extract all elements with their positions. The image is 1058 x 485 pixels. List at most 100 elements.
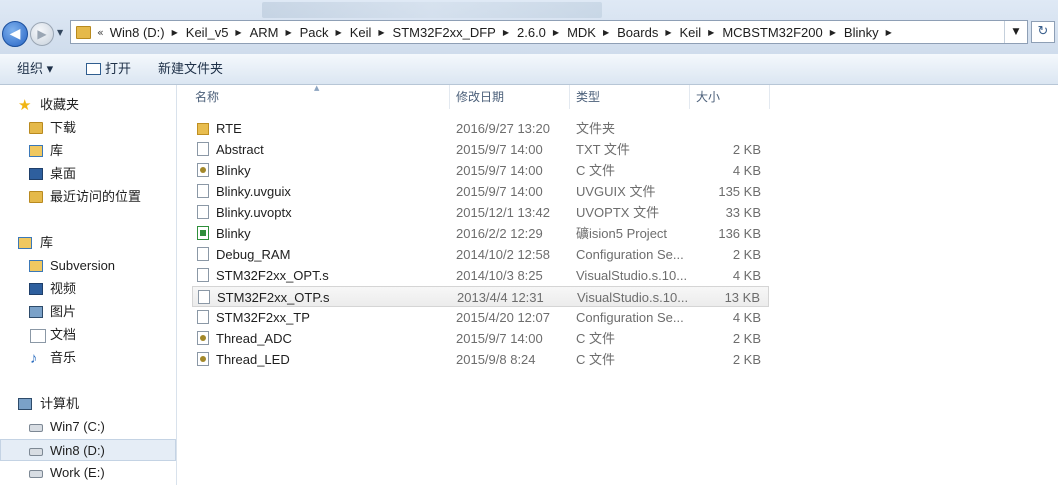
breadcrumb-mdk[interactable]: MDK ▶ <box>567 25 617 40</box>
nav-library-favorite[interactable]: 库 <box>0 140 176 162</box>
column-header-type[interactable]: 类型 <box>570 85 690 109</box>
desktop-icon <box>29 168 43 180</box>
chevron-right-icon[interactable]: ▶ <box>503 28 509 37</box>
column-header-name[interactable]: 名称 <box>189 85 450 109</box>
videos-icon <box>29 283 43 295</box>
generic-file-icon <box>197 247 209 261</box>
open-button[interactable]: 打开 <box>105 54 131 84</box>
nav-libraries[interactable]: 库 <box>0 232 176 254</box>
breadcrumb-version[interactable]: 2.6.0 ▶ <box>517 25 567 40</box>
downloads-folder-icon <box>29 122 43 134</box>
file-row-abstract[interactable]: Abstract 2015/9/7 14:00 TXT 文件 2 KB <box>192 139 769 160</box>
subversion-library-icon <box>29 260 43 272</box>
chevron-right-icon[interactable]: ▶ <box>708 28 714 37</box>
nav-music[interactable]: ♪ 音乐 <box>0 347 176 369</box>
c-file-icon <box>197 163 209 177</box>
file-row-debug-ram[interactable]: Debug_RAM 2014/10/2 12:58 Configuration … <box>192 244 769 265</box>
nav-subversion[interactable]: Subversion <box>0 255 176 277</box>
chevron-right-icon[interactable]: ▶ <box>830 28 836 37</box>
text-file-icon <box>197 142 209 156</box>
file-row-stm32f2xx-otp-selected[interactable]: STM32F2xx_OTP.s 2013/4/4 12:31 VisualStu… <box>192 286 769 307</box>
folder-icon <box>197 123 209 135</box>
back-button[interactable]: ◀ <box>2 21 28 47</box>
title-bar-strip <box>262 2 602 18</box>
breadcrumb-blinky[interactable]: Blinky ▶ <box>844 25 900 40</box>
column-header-date[interactable]: 修改日期 <box>450 85 570 109</box>
address-bar[interactable]: « Win8 (D:) ▶ Keil_v5 ▶ ARM ▶ Pack ▶ Keil ▶ S… <box>70 20 1028 44</box>
chevron-right-icon[interactable]: ▶ <box>886 28 892 37</box>
nav-drive-c[interactable]: Win7 (C:) <box>0 416 176 438</box>
file-row-thread-led[interactable]: Thread_LED 2015/9/8 8:24 C 文件 2 KB <box>192 349 769 370</box>
file-row-blinky-uvoptx[interactable]: Blinky.uvoptx 2015/12/1 13:42 UVOPTX 文件 … <box>192 202 769 223</box>
generic-file-icon <box>197 205 209 219</box>
file-row-thread-adc[interactable]: Thread_ADC 2015/9/7 14:00 C 文件 2 KB <box>192 328 769 349</box>
generic-file-icon <box>197 310 209 324</box>
forward-arrow-icon: ▶ <box>37 27 47 41</box>
organize-menu[interactable]: 组织 ▾ <box>17 54 53 84</box>
computer-icon <box>18 398 32 410</box>
recent-pages-dropdown[interactable]: ▼ <box>57 28 63 37</box>
nav-pictures[interactable]: 图片 <box>0 301 176 323</box>
chevron-right-icon[interactable]: ▶ <box>336 28 342 37</box>
chevron-right-icon[interactable]: ▶ <box>235 28 241 37</box>
breadcrumb-boards[interactable]: Boards ▶ <box>617 25 679 40</box>
libraries-icon <box>18 237 32 249</box>
forward-button[interactable]: ▶ <box>30 22 54 46</box>
refresh-button[interactable]: ↻ <box>1031 21 1055 43</box>
refresh-icon: ↻ <box>1037 24 1049 39</box>
folder-icon <box>76 25 91 39</box>
chevron-right-icon[interactable]: ▶ <box>553 28 559 37</box>
documents-icon <box>30 329 46 343</box>
generic-file-icon <box>197 268 209 282</box>
overflow-chevron[interactable]: « <box>97 26 104 39</box>
breadcrumb-stm32f2xx-dfp[interactable]: STM32F2xx_DFP ▶ <box>393 25 517 40</box>
breadcrumb-win8[interactable]: Win8 (D:) ▶ <box>110 25 186 40</box>
file-row-stm32f2xx-opt[interactable]: STM32F2xx_OPT.s 2014/10/3 8:25 VisualStu… <box>192 265 769 286</box>
breadcrumb-mcbstm32f200[interactable]: MCBSTM32F200 ▶ <box>722 25 844 40</box>
navigation-pane: ★ 收藏夹 下载 库 桌面 最近访问的位置 库 Subversion 视频 图片… <box>0 85 177 485</box>
c-file-icon <box>197 352 209 366</box>
library-icon <box>29 145 43 157</box>
nav-drive-d[interactable]: Win8 (D:) <box>0 439 176 461</box>
file-row-rte[interactable]: RTE 2016/9/27 13:20 文件夹 <box>192 118 769 139</box>
chevron-right-icon[interactable]: ▶ <box>378 28 384 37</box>
column-header-size[interactable]: 大小 <box>690 85 770 109</box>
open-icon[interactable] <box>86 63 101 75</box>
chevron-right-icon[interactable]: ▶ <box>285 28 291 37</box>
command-bar: 组织 ▾ 打开 新建文件夹 <box>0 54 1058 85</box>
drive-icon <box>29 448 43 456</box>
recent-places-icon <box>29 191 43 203</box>
nav-documents[interactable]: 文档 <box>0 324 176 346</box>
new-folder-button[interactable]: 新建文件夹 <box>158 54 223 84</box>
c-file-icon <box>197 331 209 345</box>
nav-favorites[interactable]: ★ 收藏夹 <box>0 94 176 116</box>
music-note-icon: ♪ <box>30 350 38 367</box>
generic-file-icon <box>197 184 209 198</box>
file-row-stm32f2xx-tp[interactable]: STM32F2xx_TP 2015/4/20 12:07 Configurati… <box>192 307 769 328</box>
breadcrumb-keil[interactable]: Keil ▶ <box>350 25 393 40</box>
drive-icon <box>29 470 43 478</box>
address-history-dropdown[interactable]: ▼ <box>1004 21 1027 43</box>
file-row-blinky-project[interactable]: Blinky 2016/2/2 12:29 礦ision5 Project 13… <box>192 223 769 244</box>
nav-downloads[interactable]: 下载 <box>0 117 176 139</box>
file-row-blinky-c[interactable]: Blinky 2015/9/7 14:00 C 文件 4 KB <box>192 160 769 181</box>
nav-recent-places[interactable]: 最近访问的位置 <box>0 186 176 208</box>
breadcrumb-keil-v5[interactable]: Keil_v5 ▶ <box>186 25 250 40</box>
address-row: ◀ ▶ ▼ « Win8 (D:) ▶ Keil_v5 ▶ ARM ▶ Pack ▶ K… <box>0 0 1058 54</box>
back-arrow-icon: ◀ <box>9 26 21 42</box>
file-row-blinky-uvguix[interactable]: Blinky.uvguix 2015/9/7 14:00 UVGUIX 文件 1… <box>192 181 769 202</box>
chevron-right-icon[interactable]: ▶ <box>172 28 178 37</box>
chevron-right-icon[interactable]: ▶ <box>603 28 609 37</box>
breadcrumb-keil-2[interactable]: Keil ▶ <box>679 25 722 40</box>
star-icon: ★ <box>18 97 32 114</box>
nav-videos[interactable]: 视频 <box>0 278 176 300</box>
nav-desktop[interactable]: 桌面 <box>0 163 176 185</box>
windows-drive-icon <box>29 424 43 432</box>
nav-computer[interactable]: 计算机 <box>0 393 176 415</box>
chevron-right-icon[interactable]: ▶ <box>665 28 671 37</box>
uvision-project-icon <box>197 226 209 240</box>
generic-file-icon <box>198 290 210 304</box>
breadcrumb-arm[interactable]: ARM ▶ <box>250 25 300 40</box>
breadcrumb-pack[interactable]: Pack ▶ <box>300 25 350 40</box>
nav-drive-e[interactable]: Work (E:) <box>0 462 176 484</box>
